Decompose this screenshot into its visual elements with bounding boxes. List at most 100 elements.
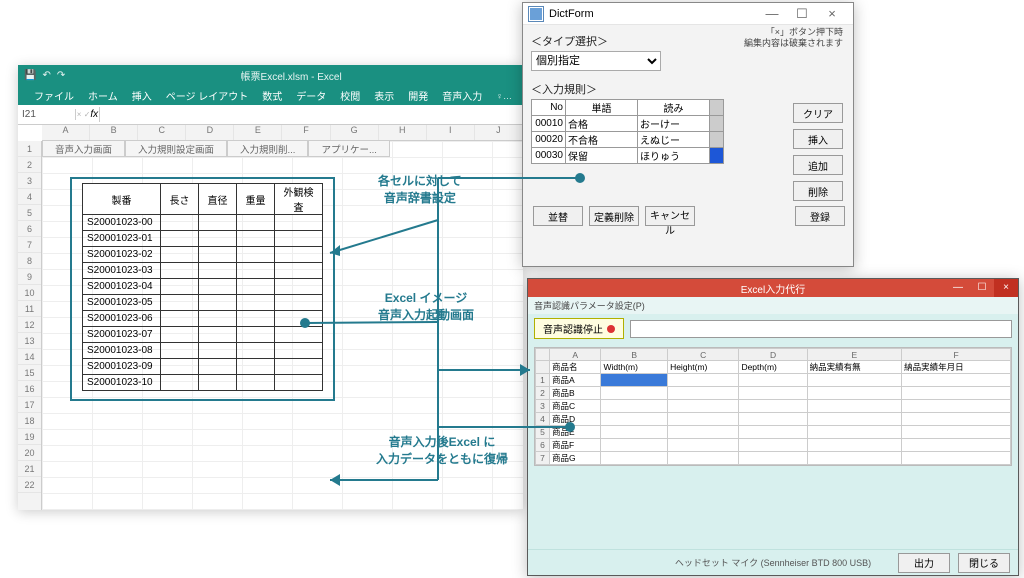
table-cell[interactable] <box>275 295 323 311</box>
table-row[interactable]: S20001023-00 <box>83 215 323 231</box>
proxy-col-header[interactable]: B <box>601 349 668 361</box>
proxy-menu-item[interactable]: 音声認識パラメータ設定(P) <box>528 297 1018 314</box>
table-cell[interactable] <box>237 215 275 231</box>
proxy-cell[interactable] <box>902 413 1011 426</box>
add-button[interactable]: 追加 <box>793 155 843 175</box>
proxy-row[interactable]: 1商品A <box>536 374 1011 387</box>
table-cell[interactable] <box>275 215 323 231</box>
insert-button[interactable]: 挿入 <box>793 129 843 149</box>
row-header[interactable]: 20 <box>18 445 41 461</box>
table-row[interactable]: S20001023-01 <box>83 231 323 247</box>
table-cell[interactable] <box>275 231 323 247</box>
tab-formula[interactable]: 数式 <box>256 88 288 103</box>
col-header[interactable]: D <box>186 125 234 140</box>
table-row[interactable]: S20001023-05 <box>83 295 323 311</box>
proxy-cell[interactable]: 7 <box>536 452 550 465</box>
row-header[interactable]: 11 <box>18 301 41 317</box>
table-cell[interactable] <box>199 359 237 375</box>
table-cell[interactable] <box>199 215 237 231</box>
table-cell[interactable] <box>237 359 275 375</box>
table-cell[interactable]: S20001023-07 <box>83 327 161 343</box>
proxy-cell[interactable] <box>668 413 739 426</box>
table-cell[interactable]: S20001023-06 <box>83 311 161 327</box>
minimize-icon[interactable]: — <box>757 3 787 25</box>
proxy-cell[interactable] <box>902 374 1011 387</box>
table-cell[interactable] <box>275 343 323 359</box>
proxy-cell[interactable] <box>739 426 807 439</box>
tellme[interactable]: ♀ 実行したい作業を入力してください... <box>490 89 513 102</box>
proxy-header-cell[interactable] <box>536 361 550 374</box>
table-cell[interactable] <box>199 327 237 343</box>
table-cell[interactable] <box>199 375 237 391</box>
table-cell[interactable] <box>161 359 199 375</box>
tab-dev[interactable]: 開発 <box>402 88 434 103</box>
table-cell[interactable] <box>237 231 275 247</box>
table-cell[interactable] <box>161 375 199 391</box>
maximize-icon[interactable]: ☐ <box>787 3 817 25</box>
table-cell[interactable] <box>275 247 323 263</box>
proxy-cell[interactable] <box>668 452 739 465</box>
table-row[interactable]: S20001023-06 <box>83 311 323 327</box>
proxy-cell[interactable]: 2 <box>536 387 550 400</box>
row-header[interactable]: 16 <box>18 381 41 397</box>
proxy-cell[interactable]: 商品E <box>550 426 601 439</box>
output-button[interactable]: 出力 <box>898 553 950 573</box>
tab-layout[interactable]: ページ レイアウト <box>160 88 255 103</box>
proxy-cell[interactable] <box>739 374 807 387</box>
defdelete-button[interactable]: 定義削除 <box>589 206 639 226</box>
name-box[interactable]: I21 <box>18 109 76 120</box>
proxy-cell[interactable] <box>739 400 807 413</box>
row-header[interactable]: 13 <box>18 333 41 349</box>
rule-cell[interactable]: 不合格 <box>566 132 638 148</box>
table-cell[interactable] <box>275 375 323 391</box>
row-header[interactable]: 15 <box>18 365 41 381</box>
proxy-cell[interactable] <box>601 413 668 426</box>
table-cell[interactable] <box>275 311 323 327</box>
proxy-cell[interactable]: 商品B <box>550 387 601 400</box>
col-header[interactable]: H <box>379 125 427 140</box>
rule-cell[interactable] <box>710 148 724 164</box>
clear-button[interactable]: クリア <box>793 103 843 123</box>
tab-voice[interactable]: 音声入力 <box>436 88 488 103</box>
table-cell[interactable] <box>161 215 199 231</box>
proxy-cell[interactable] <box>902 439 1011 452</box>
proxy-cell[interactable] <box>601 400 668 413</box>
table-cell[interactable]: S20001023-05 <box>83 295 161 311</box>
row-header[interactable]: 6 <box>18 221 41 237</box>
table-header[interactable]: 製番 <box>83 184 161 215</box>
proxy-cell[interactable] <box>601 452 668 465</box>
table-row[interactable]: S20001023-10 <box>83 375 323 391</box>
proxy-cell[interactable] <box>601 426 668 439</box>
rule-row[interactable]: 00020不合格えぬじー <box>532 132 724 148</box>
type-select[interactable]: 個別指定 <box>531 51 661 71</box>
proxy-cell[interactable] <box>807 374 901 387</box>
proxy-cell[interactable] <box>902 452 1011 465</box>
proxy-row[interactable]: 6商品F <box>536 439 1011 452</box>
table-cell[interactable] <box>237 263 275 279</box>
proxy-header-cell[interactable]: 商品名 <box>550 361 601 374</box>
proxy-col-header[interactable]: E <box>807 349 901 361</box>
row-header[interactable]: 21 <box>18 461 41 477</box>
table-cell[interactable] <box>161 295 199 311</box>
proxy-header-cell[interactable]: 納品実績年月日 <box>902 361 1011 374</box>
table-row[interactable]: S20001023-03 <box>83 263 323 279</box>
table-cell[interactable]: S20001023-10 <box>83 375 161 391</box>
table-cell[interactable] <box>199 231 237 247</box>
proxy-cell[interactable] <box>668 426 739 439</box>
rule-row[interactable]: 00010合格おーけー <box>532 116 724 132</box>
proxy-row[interactable]: 3商品C <box>536 400 1011 413</box>
proxy-row[interactable]: 7商品G <box>536 452 1011 465</box>
row-header[interactable]: 8 <box>18 253 41 269</box>
proxy-cell[interactable] <box>739 439 807 452</box>
proxy-col-header[interactable]: F <box>902 349 1011 361</box>
table-header[interactable]: 長さ <box>161 184 199 215</box>
proxy-row[interactable]: 5商品E <box>536 426 1011 439</box>
table-cell[interactable] <box>161 263 199 279</box>
row-header[interactable]: 4 <box>18 189 41 205</box>
table-header[interactable]: 外観検査 <box>275 184 323 215</box>
table-cell[interactable] <box>199 279 237 295</box>
table-cell[interactable]: S20001023-02 <box>83 247 161 263</box>
table-cell[interactable] <box>161 327 199 343</box>
table-cell[interactable] <box>199 343 237 359</box>
proxy-cell[interactable]: 商品D <box>550 413 601 426</box>
